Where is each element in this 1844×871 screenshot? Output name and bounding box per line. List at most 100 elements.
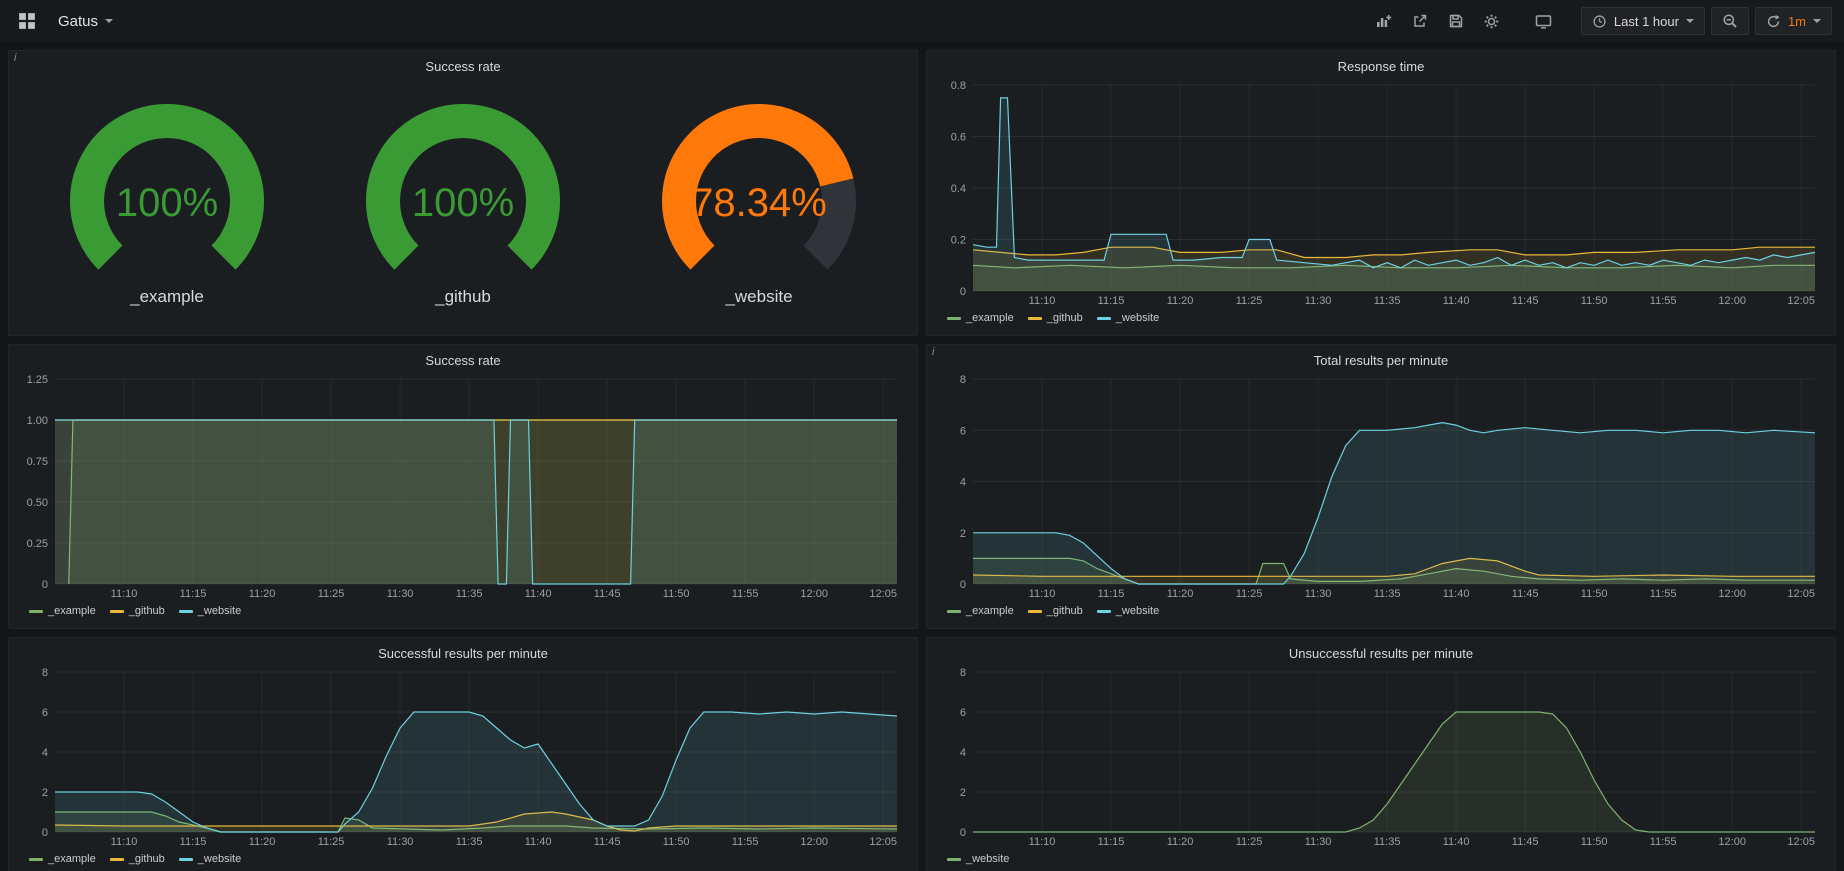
share-button[interactable] [1405,7,1435,35]
panel-info-icon[interactable]: i [14,52,16,64]
total-results-chart[interactable]: 11:1011:1511:2011:2511:3011:3511:4011:45… [937,371,1825,602]
legend-item-_github[interactable]: _github [110,605,165,617]
svg-text:11:30: 11:30 [1305,588,1332,600]
dashboard-title[interactable]: Gatus [52,9,119,34]
successful-results-chart[interactable]: 11:1011:1511:2011:2511:3011:3511:4011:45… [19,664,907,850]
legend-item-_example[interactable]: _example [29,853,96,865]
dashboard-title-text: Gatus [58,13,98,30]
legend-swatch [29,858,43,861]
legend-label: _website [1116,312,1159,324]
svg-text:1.25: 1.25 [27,374,48,386]
svg-text:11:55: 11:55 [732,588,759,600]
svg-text:11:35: 11:35 [456,588,483,600]
svg-text:6: 6 [42,707,48,719]
caret-down-icon [1686,19,1694,23]
legend-item-_github[interactable]: _github [1028,312,1083,324]
panel-response-time: Response time 11:1011:1511:2011:2511:301… [926,50,1836,336]
legend-item-_website[interactable]: _website [179,605,241,617]
legend-item-_website[interactable]: _website [179,853,241,865]
legend-swatch [1028,317,1042,320]
svg-text:12:05: 12:05 [1787,588,1815,600]
svg-text:0: 0 [960,827,966,839]
caret-down-icon [105,19,113,23]
legend-item-_example[interactable]: _example [947,312,1014,324]
settings-button[interactable] [1477,7,1507,35]
apps-grid-icon[interactable] [12,7,42,35]
legend-label: _example [966,605,1014,617]
svg-text:11:10: 11:10 [1029,588,1056,600]
dashboard-grid: i Success rate 100% _example 100% _githu… [0,42,1844,871]
svg-text:0.50: 0.50 [27,497,48,509]
legend-item-_github[interactable]: _github [110,853,165,865]
svg-text:11:45: 11:45 [594,588,621,600]
panel-title[interactable]: Success rate [19,57,907,77]
svg-text:11:40: 11:40 [1443,295,1470,307]
response-time-chart[interactable]: 11:1011:1511:2011:2511:3011:3511:4011:45… [937,77,1825,309]
success-rate-chart[interactable]: 11:1011:1511:2011:2511:3011:3511:4011:45… [19,371,907,602]
add-panel-icon [1375,13,1392,29]
gauges-row: 100% _example 100% _github 78.34% _websi… [19,77,907,327]
unsuccessful-results-chart[interactable]: 11:1011:1511:2011:2511:3011:3511:4011:45… [937,664,1825,850]
svg-text:11:45: 11:45 [1512,295,1539,307]
svg-text:11:30: 11:30 [1305,295,1332,307]
legend-item-_example[interactable]: _example [947,605,1014,617]
legend-label: _github [129,605,165,617]
svg-text:4: 4 [960,747,966,759]
svg-text:8: 8 [42,667,48,679]
legend-swatch [947,858,961,861]
legend-label: _example [48,853,96,865]
svg-text:12:00: 12:00 [800,588,828,600]
svg-text:8: 8 [960,374,966,386]
panel-title[interactable]: Successful results per minute [19,644,907,664]
svg-text:11:15: 11:15 [1098,836,1125,848]
panel-title[interactable]: Response time [937,57,1825,77]
svg-text:11:25: 11:25 [318,588,345,600]
add-panel-button[interactable] [1369,7,1399,35]
svg-text:11:45: 11:45 [1512,588,1539,600]
svg-text:12:00: 12:00 [1718,295,1746,307]
legend-swatch [179,858,193,861]
legend-label: _website [198,853,241,865]
svg-text:100%: 100% [412,181,514,225]
svg-text:11:50: 11:50 [663,588,690,600]
refresh-button[interactable]: 1m [1755,7,1832,35]
svg-text:11:50: 11:50 [1581,588,1608,600]
time-range-label: Last 1 hour [1614,14,1679,29]
svg-text:11:30: 11:30 [387,836,414,848]
legend-item-_example[interactable]: _example [29,605,96,617]
svg-text:11:50: 11:50 [1581,836,1608,848]
legend-swatch [947,317,961,320]
svg-text:12:05: 12:05 [1787,295,1815,307]
zoom-out-button[interactable] [1711,7,1749,35]
svg-text:2: 2 [960,528,966,540]
panel-title[interactable]: Success rate [19,351,907,371]
svg-text:2: 2 [42,787,48,799]
legend-item-_website[interactable]: _website [1097,312,1159,324]
legend-label: _website [198,605,241,617]
panel-info-icon[interactable]: i [932,346,934,358]
legend-item-_github[interactable]: _github [1028,605,1083,617]
svg-text:100%: 100% [116,181,218,225]
svg-text:11:25: 11:25 [1236,295,1263,307]
svg-text:0: 0 [960,579,966,591]
svg-text:12:05: 12:05 [869,588,897,600]
panel-title[interactable]: Unsuccessful results per minute [937,644,1825,664]
svg-text:11:25: 11:25 [1236,588,1263,600]
svg-text:11:15: 11:15 [180,588,207,600]
svg-text:11:40: 11:40 [1443,588,1470,600]
tv-mode-button[interactable] [1529,7,1559,35]
svg-text:11:10: 11:10 [1029,836,1056,848]
legend-item-_website[interactable]: _website [947,853,1009,865]
svg-text:11:15: 11:15 [1098,588,1125,600]
svg-text:11:55: 11:55 [1650,836,1677,848]
legend-swatch [1097,317,1111,320]
svg-text:11:15: 11:15 [1098,295,1125,307]
legend-item-_website[interactable]: _website [1097,605,1159,617]
apps-grid-icon [18,12,36,30]
svg-text:11:10: 11:10 [111,588,138,600]
panel-title[interactable]: Total results per minute [937,351,1825,371]
save-button[interactable] [1441,7,1471,35]
svg-text:1.00: 1.00 [27,415,48,427]
time-range-button[interactable]: Last 1 hour [1581,7,1705,35]
svg-text:11:20: 11:20 [249,836,276,848]
